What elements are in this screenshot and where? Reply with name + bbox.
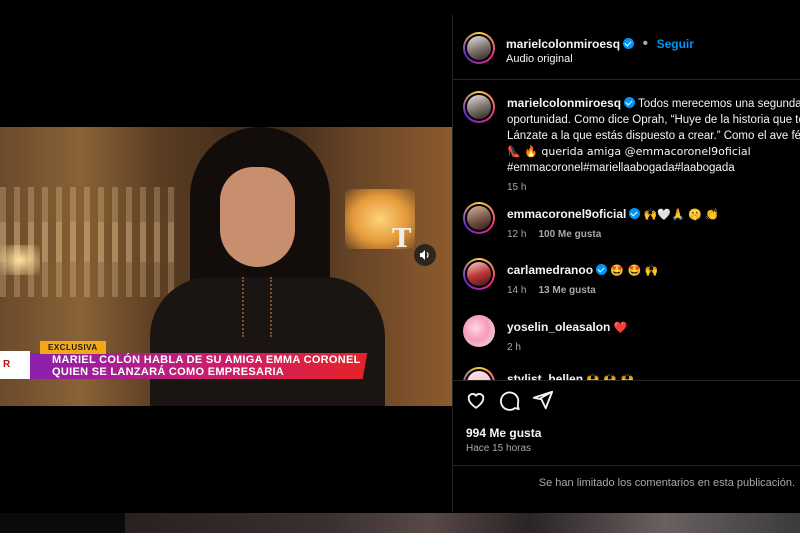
- video-player[interactable]: R EXCLUSIVA MARIEL COLÓN HABLA DE SU AMI…: [0, 127, 452, 406]
- likes-count[interactable]: 994 Me gusta: [466, 426, 541, 440]
- telemundo-logo: T: [392, 224, 412, 254]
- follow-button[interactable]: Seguir: [657, 37, 694, 51]
- author-avatar[interactable]: [463, 32, 495, 64]
- comment-content: yoselin_oleasalon ❤️ 2 h: [507, 319, 799, 356]
- comments-limited-notice: Se han limitado los comentarios en esta …: [538, 477, 795, 489]
- comment-content: carlamedranoo 🤩 🤩 🙌 14 h 13 Me gusta: [507, 262, 799, 299]
- verified-badge-icon: [623, 38, 635, 49]
- comment-text: 🤩 🤩 🙌: [610, 264, 659, 277]
- caption-meta: 15 h: [507, 180, 799, 196]
- post-timestamp: Hace 15 horas: [466, 443, 532, 454]
- post-side-panel: marielcolonmiroesq • Seguir Audio origin…: [452, 15, 800, 512]
- divider: [453, 465, 800, 466]
- caption-line: Lánzate a la que estás dispuesto a crear…: [507, 130, 800, 142]
- exclusive-tag: EXCLUSIVA: [40, 341, 106, 354]
- volume-button[interactable]: [414, 244, 436, 266]
- share-icon[interactable]: [532, 389, 554, 411]
- comment-meta: 2 h: [507, 340, 799, 356]
- comment-item: yoselin_oleasalon ❤️ 2 h: [463, 315, 799, 360]
- verified-badge-icon: [629, 208, 641, 219]
- comment-avatar[interactable]: [463, 202, 495, 234]
- comment-avatar[interactable]: [463, 367, 495, 381]
- comment-likes[interactable]: 13 Me gusta: [538, 285, 595, 296]
- volume-icon: [420, 250, 429, 260]
- caption-age: 15 h: [507, 182, 527, 193]
- comment-item: stylist_hellen 🙌 🙌 🙌: [463, 367, 799, 381]
- caption-line: oportunidad. Como dice Oprah, “Huye de l…: [507, 114, 800, 126]
- caption-hashtags[interactable]: #emmacoronel#mariellaabogada#laabogada: [507, 162, 735, 174]
- comment-age: 2 h: [507, 342, 521, 353]
- caption: marielcolonmiroesq Todos merecemos una s…: [463, 91, 800, 193]
- comment-username[interactable]: yoselin_oleasalon: [507, 320, 610, 334]
- left-channel-logo: R: [0, 351, 30, 379]
- comments-list[interactable]: marielcolonmiroesq Todos merecemos una s…: [453, 81, 800, 381]
- caption-username[interactable]: marielcolonmiroesq: [507, 96, 621, 110]
- verified-badge-icon: [596, 264, 608, 275]
- verified-badge-icon: [624, 97, 636, 108]
- video-area: R EXCLUSIVA MARIEL COLÓN HABLA DE SU AMI…: [0, 0, 452, 533]
- comment-text: ❤️: [613, 321, 628, 334]
- caption-line: Todos merecemos una segunda: [638, 98, 800, 110]
- caption-avatar[interactable]: [463, 91, 495, 123]
- headline-line2: QUIEN SE LANZARÁ COMO EMPRESARIA: [52, 366, 285, 378]
- background-page: [0, 513, 125, 533]
- post-header: marielcolonmiroesq • Seguir Audio origin…: [453, 15, 800, 80]
- audio-label[interactable]: Audio original: [506, 53, 573, 65]
- comment-meta: 14 h 13 Me gusta: [507, 283, 799, 299]
- comment-item: emmacoronel9oficial 🙌🤍🙏 🤫 👏 12 h 100 Me g…: [463, 202, 799, 252]
- heart-icon[interactable]: [465, 389, 487, 411]
- person-face: [220, 167, 295, 267]
- news-lower-third: R EXCLUSIVA MARIEL COLÓN HABLA DE SU AMI…: [0, 341, 452, 391]
- comment-item: carlamedranoo 🤩 🤩 🙌 14 h 13 Me gusta: [463, 258, 799, 308]
- comment-meta: 12 h 100 Me gusta: [507, 227, 799, 243]
- headline: MARIEL COLÓN HABLA DE SU AMIGA EMMA CORO…: [52, 354, 361, 378]
- comment-age: 12 h: [507, 229, 527, 240]
- comment-likes[interactable]: 100 Me gusta: [538, 229, 601, 240]
- comment-age: 14 h: [507, 285, 527, 296]
- comment-icon[interactable]: [499, 389, 521, 411]
- background-thumbnails: [125, 513, 800, 533]
- comment-username[interactable]: carlamedranoo: [507, 263, 593, 277]
- comment-content: emmacoronel9oficial 🙌🤍🙏 🤫 👏 12 h 100 Me g…: [507, 206, 799, 243]
- comment-text: 🙌🤍🙏 🤫 👏: [643, 208, 720, 221]
- background-light: [0, 245, 40, 275]
- comment-avatar[interactable]: [463, 258, 495, 290]
- person-necklace: [242, 277, 272, 337]
- comment-avatar[interactable]: [463, 315, 495, 347]
- author-row: marielcolonmiroesq • Seguir: [506, 35, 694, 52]
- author-username[interactable]: marielcolonmiroesq: [506, 37, 620, 51]
- caption-line: 👠 🔥 querida amiga @emmacoronel9oficial: [507, 145, 751, 158]
- caption-content: marielcolonmiroesq Todos merecemos una s…: [507, 95, 800, 196]
- headline-line1: MARIEL COLÓN HABLA DE SU AMIGA EMMA CORO…: [52, 354, 361, 366]
- comment-username[interactable]: emmacoronel9oficial: [507, 207, 626, 221]
